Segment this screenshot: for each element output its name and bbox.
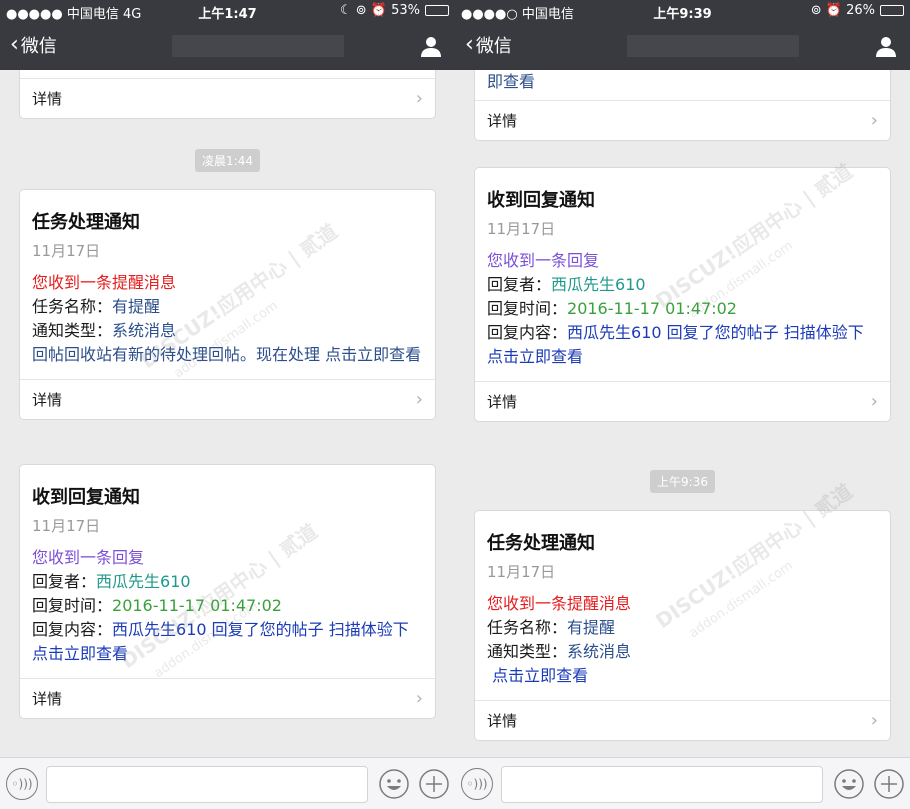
card-title: 收到回复通知 [487,190,595,211]
battery-icon [880,5,904,16]
voice-icon: ◦))) [466,777,488,791]
detail-link[interactable]: 详情 › [20,678,435,718]
card-date: 11月17日 [32,517,101,535]
card-body: 您收到一条回复 回复者：西瓜先生610 回复时间：2016-11-17 01:4… [32,548,409,663]
message-card-fragment: 详情 › [19,70,436,119]
detail-link[interactable]: 详情 › [475,381,890,421]
right-screen: ●●●●○ 中国电信 上午9:39 ⊚ ⏰ 26% ‹ 微信 即查看 详情 › … [455,0,910,809]
back-button[interactable]: ‹ 微信 [10,32,57,58]
battery-icon [425,5,449,16]
message-input[interactable] [501,766,823,803]
detail-link[interactable]: 详情 › [20,78,435,118]
chevron-right-icon: › [415,389,423,410]
chat-input-bar: ◦))) [0,757,455,809]
card-title: 任务处理通知 [487,533,595,554]
chat-area[interactable]: 即查看 详情 › 收到回复通知 11月17日 您收到一条回复 回复者：西瓜先生6… [455,70,910,757]
message-card-task[interactable]: 任务处理通知 11月17日 您收到一条提醒消息 任务名称：有提醒 通知类型：系统… [474,510,891,741]
emoji-button[interactable] [378,768,410,800]
message-card-task[interactable]: 任务处理通知 11月17日 您收到一条提醒消息 任务名称：有提醒 通知类型：系统… [19,189,436,420]
nav-title-redacted [172,35,344,57]
chevron-right-icon: › [870,710,878,731]
detail-link[interactable]: 详情 › [475,700,890,740]
card-body: 您收到一条提醒消息 任务名称：有提醒 通知类型：系统消息 点击立即查看 [487,594,632,685]
voice-icon: ◦))) [11,777,33,791]
back-label: 微信 [20,36,57,57]
more-options-button[interactable] [873,768,905,800]
nav-bar: ‹ 微信 [455,22,910,70]
message-card-reply[interactable]: 收到回复通知 11月17日 您收到一条回复 回复者：西瓜先生610 回复时间：2… [19,464,436,719]
card-body: 您收到一条回复 回复者：西瓜先生610 回复时间：2016-11-17 01:4… [487,251,864,366]
nav-bar: ‹ 微信 [0,22,455,70]
emoji-button[interactable] [833,768,865,800]
chevron-left-icon: ‹ [465,32,474,57]
card-title: 任务处理通知 [32,212,140,233]
card-title: 收到回复通知 [32,487,140,508]
chevron-right-icon: › [415,688,423,709]
status-indicators: ☾ ⊚ ⏰ 53% [340,3,449,18]
card-date: 11月17日 [487,563,556,581]
voice-input-button[interactable]: ◦))) [461,768,493,800]
screenshot-pair: ●●●●● 中国电信 4G 上午1:47 ☾ ⊚ ⏰ 53% ‹ 微信 详情 ›… [0,0,910,809]
chat-area[interactable]: 详情 › 凌晨1:44 任务处理通知 11月17日 您收到一条提醒消息 任务名称… [0,70,455,757]
voice-input-button[interactable]: ◦))) [6,768,38,800]
card-date: 11月17日 [32,242,101,260]
time-divider: 上午9:36 [455,470,910,493]
nav-title-redacted [627,35,799,57]
chat-input-bar: ◦))) [455,757,910,809]
chevron-right-icon: › [415,88,423,109]
detail-link[interactable]: 详情 › [20,379,435,419]
time-divider: 凌晨1:44 [0,149,455,172]
chevron-right-icon: › [870,110,878,131]
card-body: 您收到一条提醒消息 任务名称：有提醒 通知类型：系统消息 回帖回收站有新的待处理… [32,273,422,364]
message-input[interactable] [46,766,368,803]
card-date: 11月17日 [487,220,556,238]
chevron-left-icon: ‹ [10,32,19,57]
status-bar: ●●●●○ 中国电信 上午9:39 ⊚ ⏰ 26% [455,0,910,22]
message-card-reply[interactable]: 收到回复通知 11月17日 您收到一条回复 回复者：西瓜先生610 回复时间：2… [474,167,891,422]
user-profile-icon[interactable] [419,34,443,58]
message-card-fragment: 即查看 详情 › [474,70,891,141]
user-profile-icon[interactable] [874,34,898,58]
left-screen: ●●●●● 中国电信 4G 上午1:47 ☾ ⊚ ⏰ 53% ‹ 微信 详情 ›… [0,0,455,809]
detail-link[interactable]: 详情 › [475,100,890,140]
status-indicators: ⊚ ⏰ 26% [811,3,904,18]
back-button[interactable]: ‹ 微信 [465,32,512,58]
more-options-button[interactable] [418,768,450,800]
chevron-right-icon: › [870,391,878,412]
status-bar: ●●●●● 中国电信 4G 上午1:47 ☾ ⊚ ⏰ 53% [0,0,455,22]
back-label: 微信 [475,36,512,57]
